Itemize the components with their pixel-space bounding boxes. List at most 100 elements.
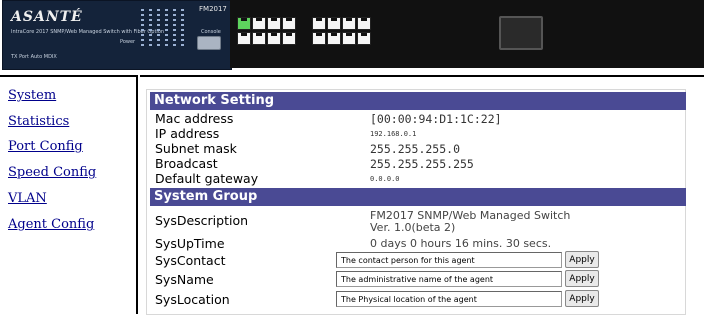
network-setting-header: Network Setting bbox=[150, 92, 686, 110]
broadcast-value: 255.255.255.255 bbox=[370, 157, 474, 171]
status-led-icon bbox=[149, 39, 152, 41]
ip-address-value: 192.168.0.1 bbox=[370, 130, 417, 138]
ethernet-port-icon bbox=[282, 17, 296, 30]
switch-front-panel: ASANTÉ IntraCore 2017 SNMP/Web Managed S… bbox=[2, 0, 232, 70]
status-led-icon bbox=[157, 34, 160, 36]
ethernet-port-icon bbox=[312, 32, 326, 45]
ip-address-label: IP address bbox=[155, 126, 220, 141]
ethernet-port-icon bbox=[252, 17, 266, 30]
ethernet-port-icon bbox=[342, 17, 356, 30]
status-led-icon bbox=[165, 9, 168, 11]
mac-address-value: [00:00:94:D1:1C:22] bbox=[370, 112, 502, 126]
status-led-icon bbox=[141, 44, 144, 46]
status-led-icon bbox=[141, 29, 144, 31]
ethernet-port-icon bbox=[237, 32, 251, 45]
power-label: Power bbox=[120, 39, 136, 45]
sidebar-item-vlan[interactable]: VLAN bbox=[8, 191, 47, 206]
ethernet-port-icon bbox=[267, 17, 281, 30]
status-led-icon bbox=[157, 19, 160, 21]
default-gateway-value: 0.0.0.0 bbox=[370, 175, 400, 183]
sys-uptime-value: 0 days 0 hours 16 mins. 30 secs. bbox=[370, 237, 552, 250]
status-led-icon bbox=[173, 44, 176, 46]
status-led-icon bbox=[157, 24, 160, 26]
status-led-icon bbox=[149, 34, 152, 36]
status-led-icon bbox=[165, 39, 168, 41]
ethernet-port-icon bbox=[327, 17, 341, 30]
ethernet-port-icon bbox=[312, 17, 326, 30]
sidebar-item-statistics[interactable]: Statistics bbox=[8, 114, 69, 129]
ethernet-ports bbox=[230, 0, 462, 68]
status-led-icon bbox=[173, 39, 176, 41]
sys-contact-input[interactable] bbox=[336, 252, 562, 268]
settings-panel: Network Setting Mac address [00:00:94:D1… bbox=[146, 89, 686, 315]
console-label: Console bbox=[201, 29, 221, 35]
ethernet-port-icon bbox=[237, 17, 251, 30]
mac-address-label: Mac address bbox=[155, 111, 234, 126]
sys-description-label: SysDescription bbox=[155, 213, 249, 228]
status-led-icon bbox=[173, 19, 176, 21]
sys-location-label: SysLocation bbox=[155, 292, 230, 307]
default-gateway-label: Default gateway bbox=[155, 171, 259, 186]
status-led-icon bbox=[181, 39, 184, 41]
status-led-icon bbox=[165, 44, 168, 46]
status-led-icon bbox=[181, 44, 184, 46]
status-led-icon bbox=[141, 39, 144, 41]
ethernet-port-icon bbox=[357, 32, 371, 45]
status-led-icon bbox=[181, 24, 184, 26]
status-led-icon bbox=[149, 14, 152, 16]
sidebar-item-port-config[interactable]: Port Config bbox=[8, 139, 83, 154]
sys-contact-label: SysContact bbox=[155, 253, 226, 268]
fiber-slot-icon bbox=[499, 16, 543, 50]
ethernet-port-icon bbox=[342, 32, 356, 45]
status-led-icon bbox=[141, 19, 144, 21]
sys-location-apply-button[interactable]: Apply bbox=[565, 290, 599, 307]
status-led-icon bbox=[173, 24, 176, 26]
status-led-icon bbox=[157, 29, 160, 31]
model-label: FM2017 bbox=[199, 5, 227, 13]
subnet-mask-value: 255.255.255.0 bbox=[370, 142, 461, 156]
sidebar-item-speed-config[interactable]: Speed Config bbox=[8, 165, 96, 180]
status-led-icon bbox=[165, 24, 168, 26]
tx-port-label: TX Port Auto MDIX bbox=[11, 54, 57, 60]
status-led-icon bbox=[173, 34, 176, 36]
console-port-icon bbox=[197, 36, 221, 50]
sys-name-apply-button[interactable]: Apply bbox=[565, 270, 599, 287]
sys-contact-apply-button[interactable]: Apply bbox=[565, 251, 599, 268]
status-led-icon bbox=[181, 14, 184, 16]
status-led-icon bbox=[165, 29, 168, 31]
status-led-icon bbox=[165, 34, 168, 36]
device-banner: ASANTÉ IntraCore 2017 SNMP/Web Managed S… bbox=[0, 0, 704, 72]
status-led-icon bbox=[181, 34, 184, 36]
broadcast-label: Broadcast bbox=[155, 156, 218, 171]
status-led-icon bbox=[181, 9, 184, 11]
status-led-icon bbox=[141, 34, 144, 36]
ethernet-port-icon bbox=[267, 32, 281, 45]
ethernet-port-icon bbox=[282, 32, 296, 45]
sys-uptime-label: SysUpTime bbox=[155, 236, 225, 251]
status-led-icon bbox=[157, 9, 160, 11]
sys-location-input[interactable] bbox=[336, 291, 562, 307]
status-led-icon bbox=[165, 19, 168, 21]
sidebar-item-system[interactable]: System bbox=[8, 88, 56, 103]
status-led-icon bbox=[141, 24, 144, 26]
status-led-icon bbox=[165, 14, 168, 16]
ethernet-port-icon bbox=[357, 17, 371, 30]
sys-name-input[interactable] bbox=[336, 271, 562, 287]
status-led-icon bbox=[149, 9, 152, 11]
status-led-icon bbox=[181, 29, 184, 31]
sidebar-item-agent-config[interactable]: Agent Config bbox=[8, 217, 94, 232]
system-group-header: System Group bbox=[150, 188, 686, 206]
status-led-icon bbox=[141, 14, 144, 16]
sidebar: System Statistics Port Config Speed Conf… bbox=[0, 75, 138, 314]
status-leds bbox=[141, 9, 191, 49]
status-led-icon bbox=[149, 44, 152, 46]
status-led-icon bbox=[173, 14, 176, 16]
ethernet-port-icon bbox=[252, 32, 266, 45]
status-led-icon bbox=[181, 19, 184, 21]
status-led-icon bbox=[173, 9, 176, 11]
status-led-icon bbox=[157, 44, 160, 46]
status-led-icon bbox=[157, 14, 160, 16]
status-led-icon bbox=[149, 29, 152, 31]
subnet-mask-label: Subnet mask bbox=[155, 141, 237, 156]
sys-name-label: SysName bbox=[155, 272, 214, 287]
